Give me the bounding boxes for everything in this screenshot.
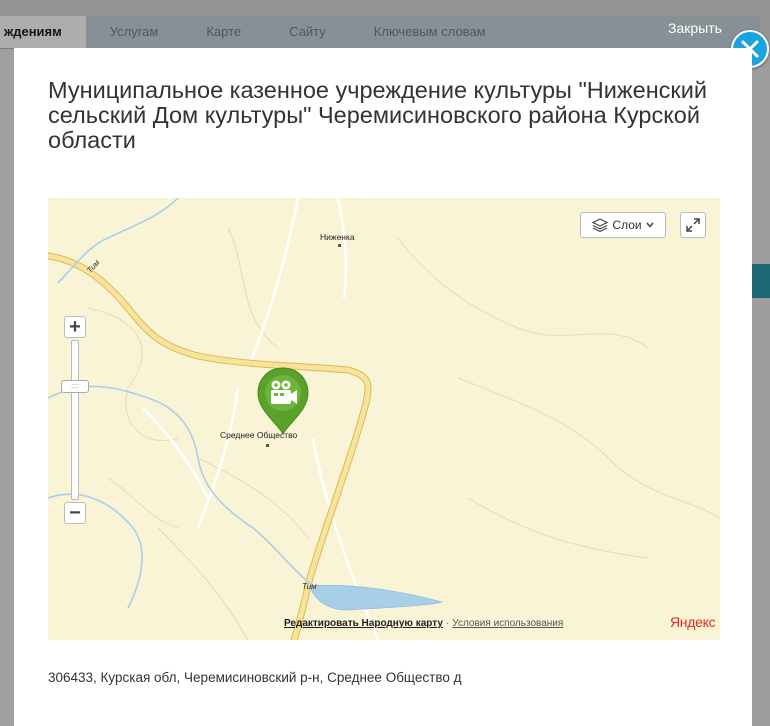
- terms-of-use-link[interactable]: Условия использования: [452, 618, 563, 629]
- map-label-nizhenka: Ниженка: [320, 232, 355, 242]
- zoom-in-button[interactable]: +: [64, 316, 86, 338]
- map-widget[interactable]: Ниженка Среднее Общество Тим Тим + :::: …: [48, 198, 720, 640]
- footer-separator: ·: [445, 618, 450, 629]
- close-link[interactable]: Закрыть: [668, 20, 722, 36]
- map-base-layer[interactable]: [48, 198, 720, 640]
- minus-icon: −: [69, 502, 81, 524]
- modal-title: Муниципальное казенное учреждение культу…: [48, 77, 707, 153]
- zoom-slider-track[interactable]: [71, 340, 79, 500]
- map-footer: Редактировать Народную карту · Условия исп…: [284, 618, 563, 629]
- camera-placemark-icon[interactable]: [256, 366, 310, 436]
- layers-label: Слои: [612, 218, 642, 232]
- address-text: 306433, Курская обл, Черемисиновский р-н…: [48, 670, 462, 685]
- fullscreen-button[interactable]: [680, 212, 706, 238]
- edit-people-map-link[interactable]: Редактировать Народную карту: [284, 618, 443, 629]
- layers-button[interactable]: Слои: [580, 212, 666, 238]
- layers-icon: [592, 218, 609, 232]
- zoom-out-button[interactable]: −: [64, 502, 86, 524]
- modal-dialog: Муниципальное казенное учреждение культу…: [14, 48, 752, 726]
- expand-icon: [686, 218, 700, 232]
- plus-icon: +: [69, 316, 81, 338]
- zoom-slider-handle[interactable]: ::::: [61, 380, 89, 393]
- chevron-down-icon: [646, 222, 654, 228]
- yandex-logo[interactable]: Яндекс: [670, 614, 716, 630]
- map-label-river-tim-bottom: Тим: [302, 582, 317, 591]
